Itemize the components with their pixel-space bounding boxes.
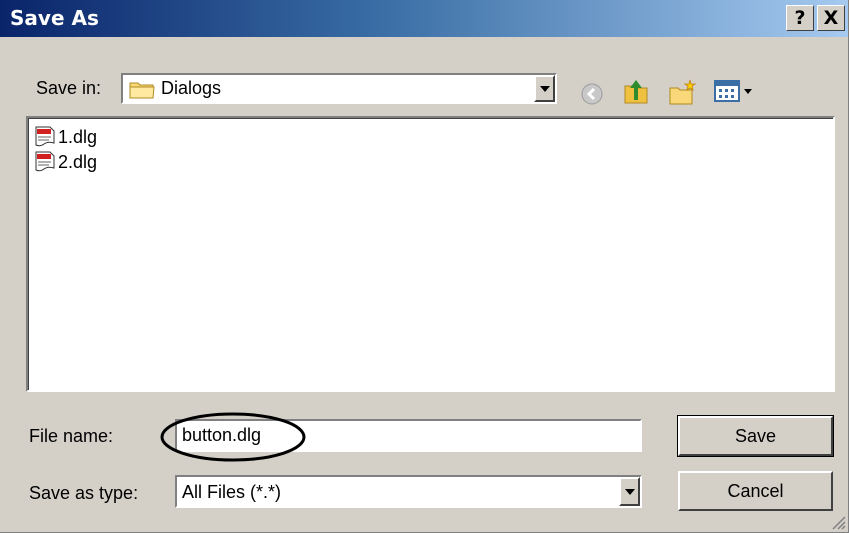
document-icon bbox=[35, 151, 55, 172]
file-list[interactable]: 1.dlg 2.dlg bbox=[26, 116, 835, 392]
view-menu-icon[interactable] bbox=[714, 79, 756, 103]
save-as-type-label: Save as type: bbox=[29, 483, 139, 503]
window-title: Save As bbox=[10, 6, 99, 30]
chevron-down-icon bbox=[540, 86, 550, 92]
file-name: 1.dlg bbox=[58, 127, 98, 147]
title-bar[interactable]: Save As ? X bbox=[0, 0, 848, 37]
chevron-down-icon bbox=[625, 489, 635, 495]
up-folder-icon[interactable] bbox=[621, 76, 651, 106]
file-name-label: File name: bbox=[29, 426, 114, 446]
document-icon bbox=[35, 126, 55, 147]
save-in-dropdown-button[interactable] bbox=[534, 75, 555, 102]
new-folder-icon[interactable] bbox=[668, 78, 698, 106]
save-as-type-dropdown-button[interactable] bbox=[619, 477, 640, 506]
folder-icon bbox=[129, 82, 155, 99]
save-as-type-dropdown[interactable]: All Files (*.*) bbox=[175, 475, 642, 508]
save-in-label: Save in: bbox=[36, 78, 102, 98]
close-button[interactable]: X bbox=[817, 5, 845, 31]
file-name: 2.dlg bbox=[58, 152, 98, 172]
save-in-folder-name: Dialogs bbox=[161, 78, 222, 98]
resize-grip-icon[interactable] bbox=[830, 514, 846, 530]
save-as-dialog: Save As ? X Save in: Dialogs 1.dlg 2.dlg… bbox=[0, 0, 849, 533]
back-icon[interactable] bbox=[580, 82, 604, 106]
save-as-type-value: All Files (*.*) bbox=[182, 482, 282, 502]
highlight-ellipse bbox=[160, 412, 306, 462]
save-in-dropdown[interactable]: Dialogs bbox=[121, 73, 557, 104]
cancel-button[interactable]: Cancel bbox=[678, 471, 833, 511]
save-button[interactable]: Save bbox=[677, 415, 834, 457]
help-button[interactable]: ? bbox=[786, 5, 814, 31]
